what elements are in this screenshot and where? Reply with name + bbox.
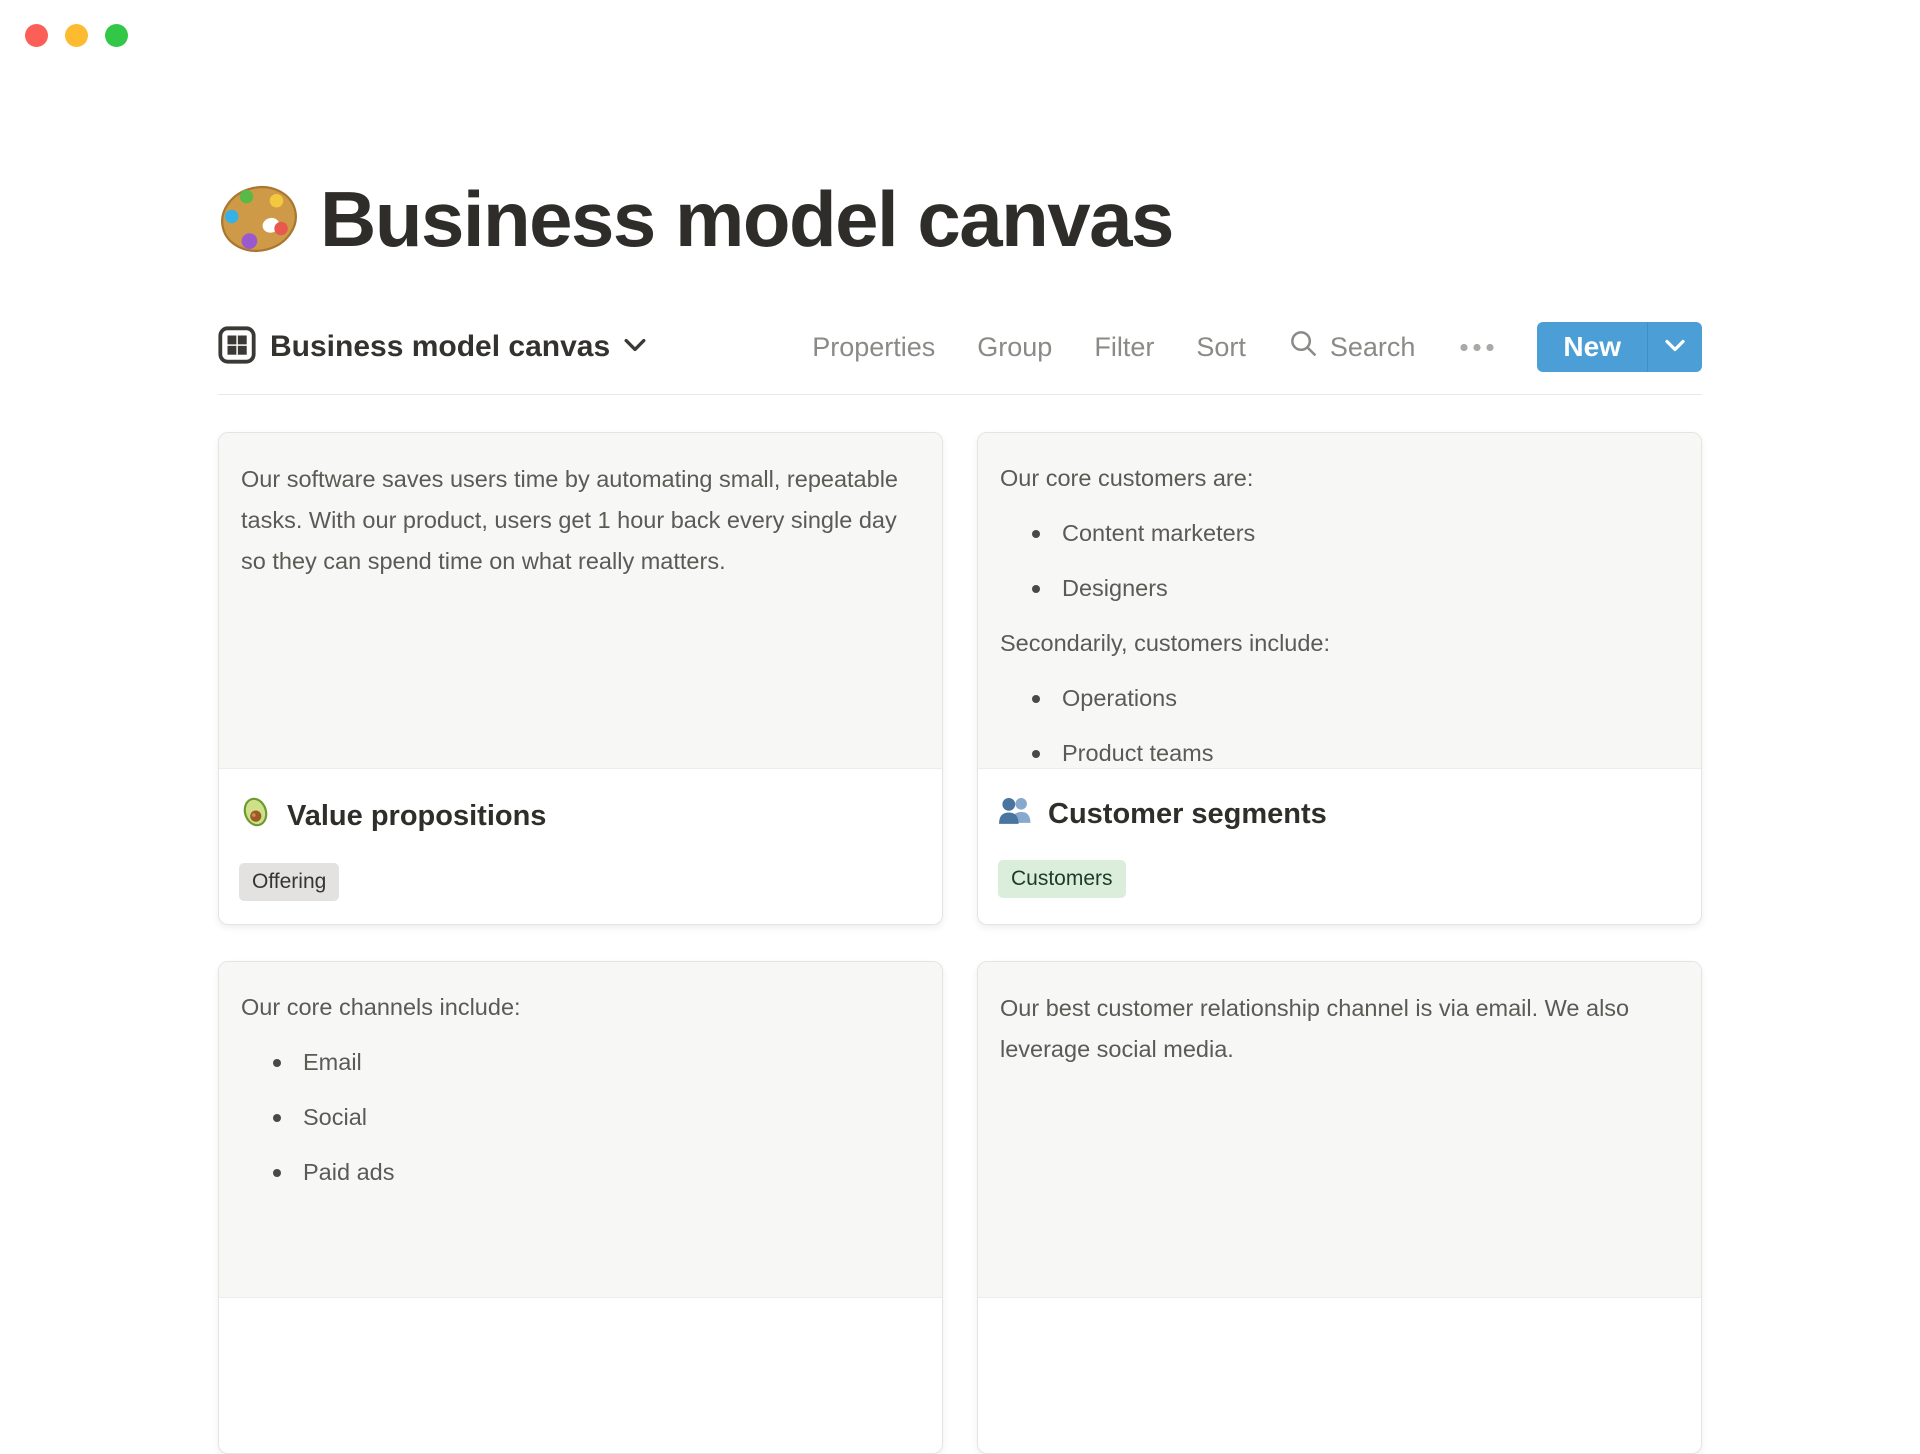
card-title: Value propositions [287,799,547,832]
close-window-button[interactable] [25,24,48,47]
new-button-dropdown[interactable] [1647,322,1702,372]
bullet-item: Content marketers [1000,506,1679,561]
window-controls [25,24,128,47]
card-preview: Our core customers are: Content marketer… [978,433,1701,769]
card-footer: Value propositions Offering [219,769,942,901]
chevron-down-icon [624,338,646,357]
bullet-item: Paid ads [241,1145,920,1200]
avocado-icon [239,795,272,837]
card-preview: Our core channels include: Email Social … [219,962,942,1298]
bullet-item: Product teams [1000,726,1679,768]
page-title[interactable]: Business model canvas [320,174,1174,265]
bullet-dot [1032,694,1040,703]
view-switcher[interactable]: Business model canvas [218,325,646,369]
bullet-dot [1032,749,1040,758]
new-button[interactable]: New [1537,322,1647,372]
card-footer: Customer segments Customers [978,769,1701,898]
search-icon [1288,328,1319,366]
new-split-button: New [1537,322,1702,372]
view-bar: Business model canvas Properties Group F… [218,320,1702,374]
search-button-label: Search [1329,331,1416,362]
card-preview: Our best customer relationship channel i… [978,962,1701,1298]
preview-paragraph: Our best customer relationship channel i… [1000,995,1630,1062]
toolbar-divider [218,394,1702,395]
group-button[interactable]: Group [977,332,1052,363]
more-options-button[interactable] [1457,334,1497,361]
card-customer-segments[interactable]: Our core customers are: Content marketer… [977,432,1702,925]
bullet-dot [273,1113,281,1122]
preview-paragraph: Secondarily, customers include: [1000,630,1331,656]
bullet-dot [1032,529,1040,538]
bullet-item: Email [241,1035,920,1090]
minimize-window-button[interactable] [65,24,88,47]
card-title-row: Value propositions [239,795,922,837]
tag-offering: Offering [239,863,340,901]
card-value-propositions[interactable]: Our software saves users time by automat… [218,432,943,925]
card-title: Customer segments [1048,798,1327,830]
card-preview: Our software saves users time by automat… [219,433,942,769]
zoom-window-button[interactable] [105,24,128,47]
bullet-item: Designers [1000,561,1679,616]
filter-button[interactable]: Filter [1094,332,1154,363]
bullet-dot [273,1168,281,1177]
board-view-icon [218,325,256,369]
view-switcher-label: Business model canvas [270,330,611,363]
search-button[interactable]: Search [1288,328,1416,366]
bullet-dot [1032,584,1040,593]
view-menu: Properties Group Filter Sort Search [812,328,1415,366]
preview-paragraph: Our software saves users time by automat… [241,466,898,574]
bullet-item: Operations [1000,671,1679,726]
card-customer-relationships[interactable]: Our best customer relationship channel i… [977,961,1702,1454]
ellipsis-icon [1459,340,1495,355]
card-title-row: Customer segments [998,795,1681,834]
palette-icon [218,183,300,255]
preview-paragraph: Our core customers are: [1000,465,1254,491]
bullet-item: Social [241,1090,920,1145]
people-icon [998,795,1033,834]
tag-customers: Customers [998,860,1126,898]
card-channels[interactable]: Our core channels include: Email Social … [218,961,943,1454]
preview-paragraph: Our core channels include: [241,994,521,1020]
page-content: Business model canvas Business model can… [218,0,1702,1454]
page-header: Business model canvas [218,166,1174,272]
properties-button[interactable]: Properties [812,332,935,363]
sort-button[interactable]: Sort [1196,332,1246,363]
chevron-down-icon [1665,339,1685,355]
bullet-dot [273,1058,281,1067]
